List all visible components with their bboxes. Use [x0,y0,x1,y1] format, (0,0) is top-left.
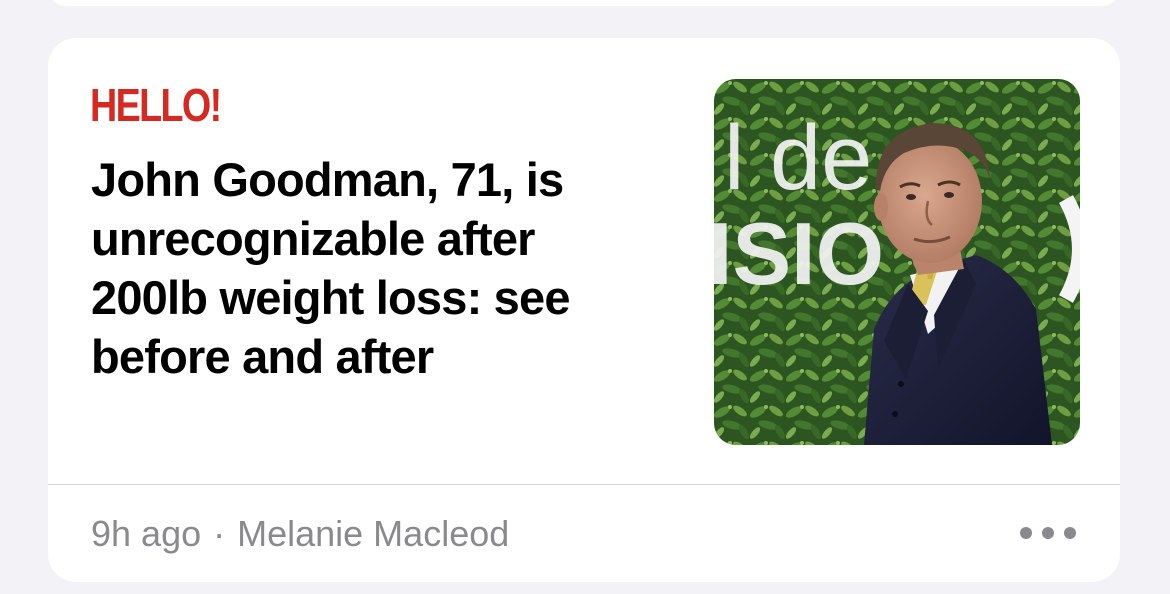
article-headline[interactable]: John Goodman, 71, is unrecognizable afte… [91,150,651,386]
svg-text:ISIO: ISIO [714,204,884,303]
ellipsis-dot [1042,527,1054,539]
svg-text:l de: l de [724,107,872,209]
ellipsis-dot [1064,527,1076,539]
publisher-logo: HELLO! [90,79,222,131]
article-thumbnail[interactable]: l de ISIO [714,79,1080,445]
card-divider [48,484,1120,485]
meta-separator: · [213,513,226,554]
ellipsis-dot [1020,527,1032,539]
thumbnail-image: l de ISIO [714,79,1080,445]
article-meta: 9h ago · Melanie Macleod [91,514,509,554]
news-article-card[interactable]: HELLO! John Goodman, 71, is unrecognizab… [48,38,1120,582]
author-name: Melanie Macleod [237,513,510,554]
ellipsis-icon[interactable] [1020,526,1076,540]
time-ago: 9h ago [91,513,202,554]
previous-article-card[interactable] [48,0,1120,6]
